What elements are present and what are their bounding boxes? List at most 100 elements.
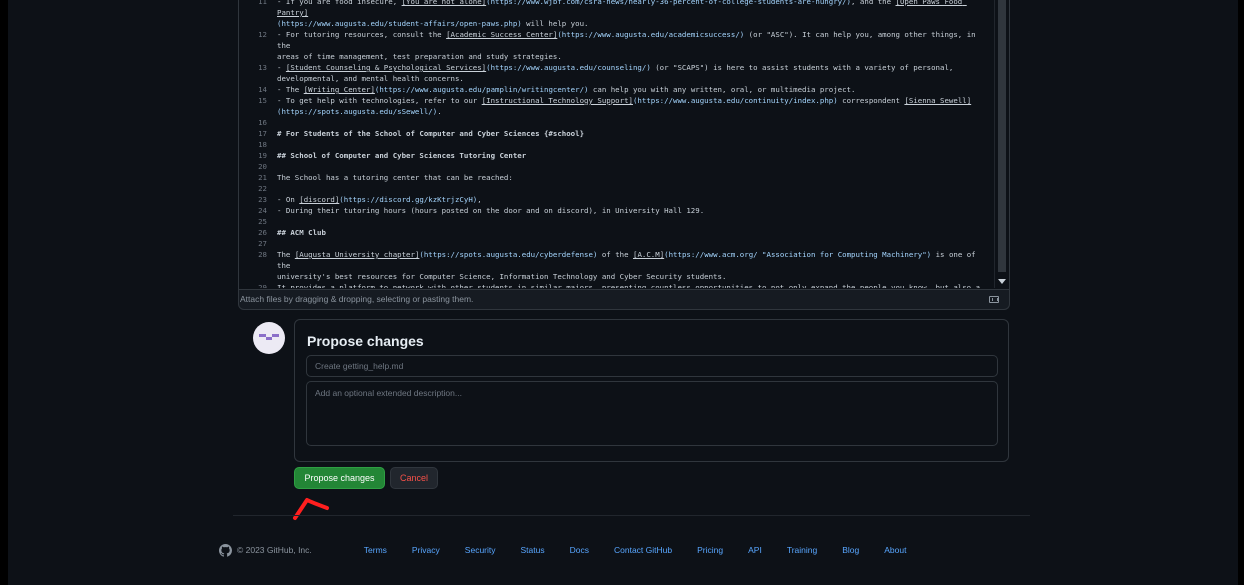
heading-text: ## ACM Club — [277, 228, 326, 237]
line-number — [239, 18, 273, 29]
line-text: - On [discord](https://discord.gg/kzKtrj… — [273, 194, 995, 205]
code-line: developmental, and mental health concern… — [239, 73, 995, 84]
line-number: 27 — [258, 239, 267, 248]
cancel-button[interactable]: Cancel — [390, 467, 438, 489]
line-text — [273, 216, 995, 227]
line-text: - If you are food insecure, [You are not… — [273, 0, 995, 18]
code-line: 12 - For tutoring resources, consult the … — [239, 29, 995, 51]
line-text: developmental, and mental health concern… — [273, 73, 995, 84]
footer-link-contact-github[interactable]: Contact GitHub — [614, 545, 672, 555]
link-url: (https://www.wjbf.com/csra-news/nearly-3… — [486, 0, 852, 6]
footer-link-training[interactable]: Training — [787, 545, 817, 555]
scroll-down-arrow-icon[interactable] — [998, 279, 1006, 284]
line-number: 15 — [258, 96, 267, 105]
code-line: 13 - [Student Counseling & Psychological … — [239, 62, 995, 73]
footer-link-blog[interactable]: Blog — [842, 545, 859, 555]
line-text: ## ACM Club — [273, 227, 995, 238]
line-number: 19 — [258, 151, 267, 160]
editor-content[interactable]: 11 - If you are food insecure, [You are n… — [239, 0, 995, 288]
code-line: 26 ## ACM Club — [239, 227, 995, 238]
line-number: 23 — [258, 195, 267, 204]
code-line: 24 - During their tutoring hours (hours p… — [239, 205, 995, 216]
code-line: (https://www.augusta.edu/student-affairs… — [239, 18, 995, 29]
line-text — [273, 238, 995, 249]
line-text: university's best resources for Computer… — [273, 271, 995, 282]
attach-hint: Attach files by dragging & dropping, sel… — [240, 294, 474, 304]
footer-link-about[interactable]: About — [884, 545, 906, 555]
line-text: (https://spots.augusta.edu/sSewell/). — [273, 106, 995, 117]
code-line: 27 — [239, 238, 995, 249]
text-segment: - — [277, 63, 286, 72]
line-text — [273, 139, 995, 150]
link-url: (https://www.augusta.edu/pamplin/writing… — [374, 85, 589, 94]
line-number: 14 — [258, 85, 267, 94]
code-line: 28 The [Augusta University chapter](https… — [239, 249, 995, 271]
line-text: The [Augusta University chapter](https:/… — [273, 249, 995, 271]
commit-description-input[interactable] — [306, 381, 998, 446]
link-url: (https://spots.augusta.edu/cyberdefense) — [419, 250, 598, 259]
text-segment: The — [277, 250, 295, 259]
link-text: [Sienna Sewell] — [904, 96, 972, 105]
footer: © 2023 GitHub, Inc. Terms Privacy Security… — [219, 541, 906, 559]
line-number: 26 — [258, 228, 267, 237]
line-number: 24 — [258, 206, 267, 215]
text-segment: . — [437, 107, 442, 116]
code-line: (https://spots.augusta.edu/sSewell/). — [239, 106, 995, 117]
scrollbar-thumb[interactable] — [998, 0, 1006, 272]
avatar[interactable] — [253, 322, 285, 354]
link-text: [You are not alone] — [401, 0, 487, 6]
code-line: areas of time management, test preparati… — [239, 51, 995, 62]
code-line: 21 The School has a tutoring center that … — [239, 172, 995, 183]
link-url: (https://www.augusta.edu/student-affairs… — [277, 19, 522, 28]
text-segment: (or "SCAPS") is here to assist students … — [650, 63, 954, 72]
editor-lines: 11 - If you are food insecure, [You are n… — [239, 0, 995, 288]
line-number — [239, 106, 273, 117]
link-url: (https://www.acm.org/ "Association for C… — [664, 250, 932, 259]
line-number — [239, 51, 273, 62]
link-text: [A.C.M] — [633, 250, 665, 259]
line-number: 29 — [258, 283, 267, 288]
text-segment: - If you are food insecure, — [277, 0, 402, 6]
propose-changes-title: Propose changes — [307, 333, 424, 349]
line-text — [273, 161, 995, 172]
footer-link-security[interactable]: Security — [465, 545, 496, 555]
link-text: [Augusta University chapter] — [294, 250, 420, 259]
line-number: 21 — [258, 173, 267, 182]
editor-scrollbar[interactable] — [994, 0, 1009, 288]
link-text: [Academic Success Center] — [446, 30, 558, 39]
footer-link-docs[interactable]: Docs — [570, 545, 589, 555]
text-segment: developmental, and mental health concern… — [277, 74, 464, 83]
footer-link-pricing[interactable]: Pricing — [697, 545, 723, 555]
line-number: 25 — [258, 217, 267, 226]
text-segment: correspondent — [837, 96, 905, 105]
github-logo-icon[interactable] — [219, 543, 232, 557]
code-line: 18 — [239, 139, 995, 150]
heading-text: # For Students of the School of Computer… — [277, 129, 585, 138]
line-number — [239, 271, 273, 282]
footer-link-api[interactable]: API — [748, 545, 762, 555]
footer-divider — [233, 515, 1030, 516]
footer-link-terms[interactable]: Terms — [364, 545, 387, 555]
attach-files-bar[interactable]: Attach files by dragging & dropping, sel… — [238, 290, 1010, 310]
code-line: 15 - To get help with technologies, refer… — [239, 95, 995, 106]
link-url: (https://www.augusta.edu/counseling/) — [486, 63, 651, 72]
link-url: (https://discord.gg/kzKtrjzCyH) — [339, 195, 478, 204]
line-text: - The [Writing Center](https://www.augus… — [273, 84, 995, 95]
link-url: (https://spots.augusta.edu/sSewell/) — [277, 107, 438, 116]
link-text: [Student Counseling & Psychological Serv… — [285, 63, 487, 72]
commit-summary-input[interactable] — [306, 355, 998, 377]
text-segment: It provides a platform to network with o… — [277, 283, 981, 288]
link-text: [discord] — [299, 195, 340, 204]
text-segment: university's best resources for Computer… — [277, 272, 727, 281]
footer-link-privacy[interactable]: Privacy — [412, 545, 440, 555]
line-number: 18 — [258, 140, 267, 149]
link-url: (https://www.augusta.edu/academicsuccess… — [557, 30, 745, 39]
text-segment: - On — [277, 195, 300, 204]
line-text — [273, 183, 995, 194]
footer-link-status[interactable]: Status — [521, 545, 545, 555]
heading-text: ## School of Computer and Cyber Sciences… — [277, 151, 527, 160]
line-number: 17 — [258, 129, 267, 138]
propose-changes-form: Propose changes — [294, 319, 1009, 462]
code-editor[interactable]: 11 - If you are food insecure, [You are n… — [238, 0, 1010, 290]
propose-changes-button[interactable]: Propose changes — [294, 467, 385, 489]
